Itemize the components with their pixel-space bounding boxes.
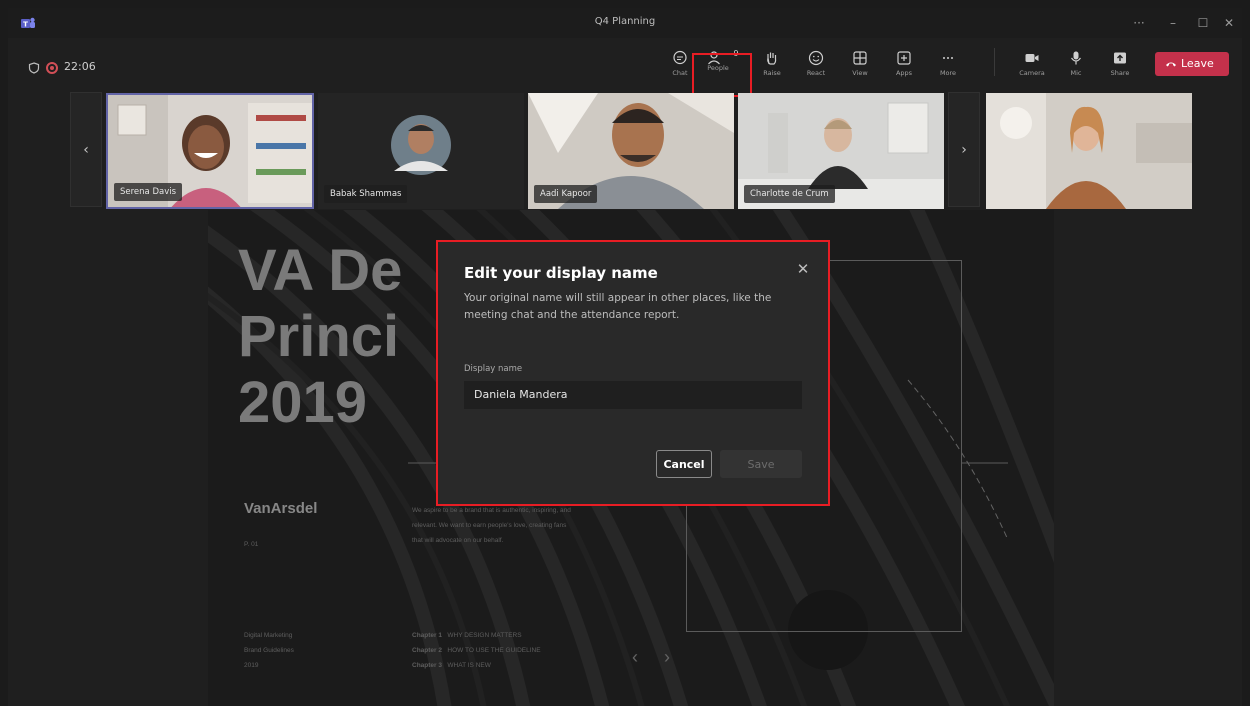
teams-meeting-window: T Q4 Planning ··· – ☐ ✕ 22:06 Chat 9 Peo…	[8, 8, 1242, 706]
dialog-title: Edit your display name	[464, 264, 658, 282]
title-bar: T Q4 Planning ··· – ☐ ✕	[8, 8, 1242, 38]
leave-button[interactable]: Leave	[1155, 52, 1229, 76]
raise-label: Raise	[763, 69, 781, 77]
close-icon[interactable]: ✕	[796, 262, 810, 277]
camera-icon	[1025, 54, 1039, 62]
strip-next-button[interactable]: ›	[948, 92, 980, 207]
save-button[interactable]: Save	[720, 450, 802, 478]
people-button-highlight	[692, 53, 752, 97]
display-name-input[interactable]	[464, 381, 802, 409]
grid-view-icon	[853, 51, 867, 65]
camera-label: Camera	[1019, 69, 1045, 77]
participant-tile[interactable]: Aadi Kapoor	[528, 93, 734, 209]
minimize-button[interactable]: –	[1158, 14, 1188, 32]
add-app-icon	[897, 51, 911, 65]
participant-name: Serena Davis	[114, 183, 183, 201]
more-actions-button[interactable]: More	[926, 46, 970, 86]
hang-up-icon	[1166, 62, 1176, 67]
participant-tile[interactable]: Serena Davis	[106, 93, 314, 209]
meeting-toolbar: 22:06 Chat 9 People Raise React View App…	[8, 38, 1242, 92]
recording-icon	[46, 62, 58, 74]
more-options-button[interactable]: ···	[1124, 14, 1154, 32]
participant-name: Babak Shammas	[324, 185, 408, 203]
smiley-icon	[808, 50, 824, 66]
participant-tile[interactable]	[986, 93, 1192, 209]
leave-label: Leave	[1181, 57, 1214, 70]
participant-strip: ‹ Serena Davis Babak Shammas Aadi Kapoor…	[8, 92, 1242, 212]
meeting-timer: 22:06	[64, 60, 96, 73]
camera-button[interactable]: Camera	[1010, 46, 1054, 86]
react-button[interactable]: React	[794, 46, 838, 86]
participant-tile[interactable]: Babak Shammas	[318, 93, 524, 209]
share-button[interactable]: Share	[1098, 46, 1142, 86]
raise-hand-icon	[767, 52, 777, 65]
edit-display-name-dialog-highlight: Edit your display name Your original nam…	[436, 240, 830, 506]
view-label: View	[852, 69, 868, 77]
share-label: Share	[1110, 69, 1130, 77]
participant-name: Charlotte de Crum	[744, 185, 835, 203]
strip-prev-button[interactable]: ‹	[70, 92, 102, 207]
mic-button[interactable]: Mic	[1054, 46, 1098, 86]
display-name-label: Display name	[464, 364, 523, 374]
more-dots-icon	[943, 57, 953, 59]
view-button[interactable]: View	[838, 46, 882, 86]
apps-button[interactable]: Apps	[882, 46, 926, 86]
apps-label: Apps	[895, 69, 913, 77]
toolbar-divider	[994, 48, 995, 76]
dialog-description: Your original name will still appear in …	[464, 292, 772, 321]
react-label: React	[806, 69, 826, 77]
share-screen-icon	[1114, 52, 1126, 64]
mic-label: Mic	[1070, 69, 1082, 77]
participant-name: Aadi Kapoor	[534, 185, 598, 203]
more-label: More	[939, 69, 957, 77]
raise-hand-button[interactable]: Raise	[750, 46, 794, 86]
participant-video-woman	[986, 93, 1192, 209]
close-window-button[interactable]: ✕	[1214, 14, 1242, 32]
participant-tile[interactable]: Charlotte de Crum	[738, 93, 944, 209]
cancel-button[interactable]: Cancel	[656, 450, 712, 478]
chat-icon	[673, 50, 687, 65]
window-title: Q4 Planning	[594, 16, 656, 27]
shield-icon	[28, 62, 40, 74]
edit-display-name-dialog: Edit your display name Your original nam…	[438, 242, 828, 504]
microphone-icon	[1071, 51, 1081, 65]
